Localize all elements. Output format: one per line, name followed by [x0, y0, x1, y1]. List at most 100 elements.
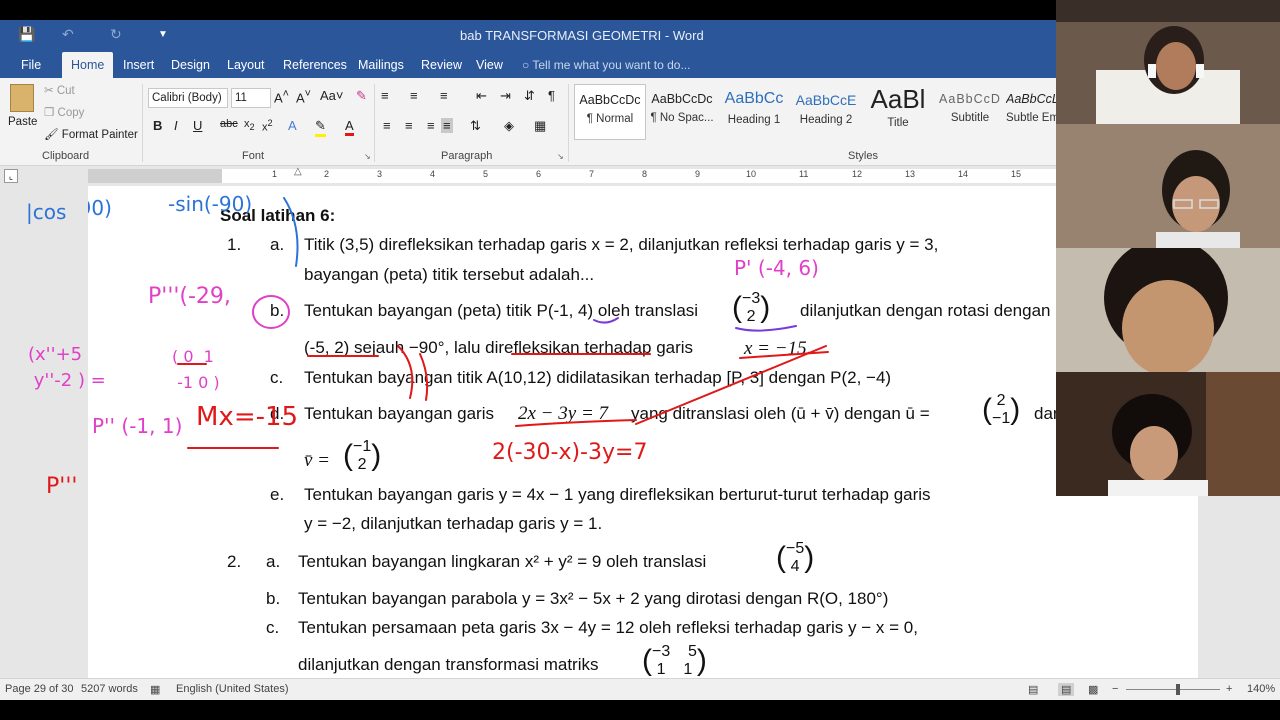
font-color-icon[interactable]: A — [345, 118, 354, 136]
ruler-number: 9 — [695, 169, 701, 179]
document-page[interactable]: Soal latihan 6: 1. a. Titik (3,5) direfl… — [88, 186, 1198, 678]
style-subtitle[interactable]: AaBbCcD Subtitle — [934, 84, 1006, 140]
borders-icon[interactable]: ▦ — [534, 118, 546, 134]
web-layout-icon[interactable]: ▩ — [1088, 683, 1098, 696]
multilevel-list-icon[interactable]: ≡ — [440, 88, 448, 103]
undo-icon[interactable]: ↶ — [62, 26, 74, 43]
participant-video-3[interactable] — [1056, 248, 1280, 372]
status-bar: Page 29 of 30 5207 words ▦ English (Unit… — [0, 678, 1280, 700]
subscript-icon[interactable]: x2 — [244, 118, 255, 132]
tab-review[interactable]: Review — [412, 52, 471, 78]
divider — [142, 84, 143, 162]
tab-view[interactable]: View — [467, 52, 512, 78]
save-icon[interactable]: 💾 — [18, 26, 35, 43]
bullets-icon[interactable]: ≡ — [381, 88, 389, 103]
font-family-select[interactable]: Calibri (Body) — [148, 88, 228, 108]
word-count[interactable]: 5207 words — [81, 683, 138, 695]
annotation-p-triple: P'''(-29, — [148, 284, 231, 309]
style-normal[interactable]: AaBbCcDc ¶ Normal — [574, 84, 646, 140]
dialog-launcher-icon[interactable]: ↘ — [364, 152, 371, 161]
ruler-number: 6 — [536, 169, 542, 179]
tell-me-search[interactable]: ○ Tell me what you want to do... — [522, 52, 690, 78]
change-case-icon[interactable]: Aa˅ — [320, 88, 344, 103]
zoom-in-icon[interactable]: + — [1226, 683, 1232, 695]
annotation-mx: Mx=-15 — [196, 402, 299, 432]
copy-button[interactable]: ❐ Copy — [44, 105, 84, 119]
title-bar: 💾 ↶ ↻ ▼ bab TRANSFORMASI GEOMETRI - Word — [0, 20, 1056, 52]
ruler-number: 12 — [852, 169, 863, 179]
numbering-icon[interactable]: ≡ — [410, 88, 418, 103]
style-name: Title — [887, 117, 909, 129]
style-no-spacing[interactable]: AaBbCcDc ¶ No Spac... — [646, 84, 718, 140]
style-name: Subtle Em — [1006, 112, 1056, 124]
show-formatting-icon[interactable]: ¶ — [548, 88, 555, 103]
customize-quick-access-icon[interactable]: ▼ — [158, 29, 168, 40]
page-count[interactable]: Page 29 of 30 — [5, 683, 74, 695]
line-spacing-icon[interactable]: ⇅ — [470, 118, 481, 134]
horizontal-ruler[interactable]: △ 1 2 3 4 5 6 7 8 9 10 11 12 13 14 15 — [88, 166, 1056, 183]
highlight-icon[interactable]: ✎ — [315, 118, 326, 137]
tab-layout[interactable]: Layout — [218, 52, 274, 78]
zoom-level[interactable]: 140% — [1247, 683, 1275, 695]
print-layout-icon[interactable]: ▤ — [1058, 683, 1075, 696]
tab-file[interactable]: File — [12, 52, 50, 78]
style-subtle-emphasis[interactable]: AaBbCcL Subtle Em — [1006, 84, 1056, 140]
decrease-indent-icon[interactable]: ⇤ — [476, 88, 487, 104]
clear-formatting-icon[interactable]: ✎ — [356, 88, 367, 104]
increase-indent-icon[interactable]: ⇥ — [500, 88, 511, 104]
tab-selector[interactable]: ⌞ — [4, 169, 18, 183]
zoom-slider-thumb[interactable] — [1176, 684, 1180, 695]
read-mode-icon[interactable]: ▤ — [1028, 683, 1038, 696]
strikethrough-icon[interactable]: abc — [220, 118, 238, 130]
style-name: Heading 1 — [727, 114, 781, 126]
style-title[interactable]: AaBl Title — [862, 84, 934, 140]
tab-design[interactable]: Design — [162, 52, 219, 78]
font-size-select[interactable]: 11 — [231, 88, 271, 108]
grow-font-icon[interactable]: A˄ — [274, 88, 289, 105]
text-effects-icon[interactable]: A — [288, 118, 297, 133]
paste-icon[interactable] — [10, 84, 34, 112]
sort-icon[interactable]: ⇵ — [524, 88, 535, 104]
format-painter-button[interactable]: 🖌 Format Painter — [44, 127, 138, 141]
clipboard-group-label: Clipboard — [42, 150, 90, 162]
zoom-slider-track[interactable] — [1126, 689, 1220, 690]
style-heading-2[interactable]: AaBbCcE Heading 2 — [790, 84, 862, 140]
ruler-bar: ⌞ △ 1 2 3 4 5 6 7 8 9 10 11 12 13 14 15 — [0, 166, 1056, 186]
shading-icon[interactable]: ◈ — [504, 118, 514, 134]
justify-icon[interactable]: ≡ — [441, 118, 453, 133]
proofing-icon[interactable]: ▦ — [150, 683, 160, 696]
cut-label: Cut — [56, 85, 75, 97]
ruler-number: 2 — [324, 169, 330, 179]
ruler-number: 15 — [1011, 169, 1022, 179]
tab-insert[interactable]: Insert — [114, 52, 163, 78]
zoom-out-icon[interactable]: − — [1112, 683, 1118, 695]
participant-video-image — [1056, 124, 1280, 248]
style-heading-1[interactable]: AaBbCc Heading 1 — [718, 84, 790, 140]
participant-video-2[interactable] — [1056, 124, 1280, 248]
ruler-number: 10 — [746, 169, 757, 179]
align-left-icon[interactable]: ≡ — [383, 118, 391, 133]
tab-references[interactable]: References — [274, 52, 356, 78]
bold-icon[interactable]: B — [153, 118, 162, 133]
paste-button[interactable]: Paste — [8, 116, 37, 128]
word-window: 💾 ↶ ↻ ▼ bab TRANSFORMASI GEOMETRI - Word… — [0, 0, 1280, 720]
align-right-icon[interactable]: ≡ — [427, 118, 435, 133]
superscript-icon[interactable]: x2 — [262, 118, 273, 134]
annotation-cos: cos(-90) — [88, 196, 112, 220]
indent-marker-icon[interactable]: △ — [294, 166, 302, 177]
participant-video-1[interactable] — [1056, 0, 1280, 124]
annotation-p-prime: P' (-4, 6) — [734, 256, 819, 280]
cut-button[interactable]: ✂ Cut — [44, 83, 75, 97]
redo-icon[interactable]: ↻ — [110, 26, 122, 43]
ruler-number: 7 — [589, 169, 595, 179]
paragraph-dialog-launcher-icon[interactable]: ↘ — [557, 152, 564, 161]
participant-video-4[interactable] — [1056, 372, 1280, 496]
participant-video-image — [1056, 248, 1280, 372]
italic-icon[interactable]: I — [174, 118, 178, 133]
shrink-font-icon[interactable]: A˅ — [296, 88, 311, 105]
tab-mailings[interactable]: Mailings — [349, 52, 413, 78]
underline-icon[interactable]: U — [193, 118, 202, 133]
tab-home[interactable]: Home — [62, 52, 114, 78]
language-indicator[interactable]: English (United States) — [176, 683, 289, 695]
align-center-icon[interactable]: ≡ — [405, 118, 413, 133]
